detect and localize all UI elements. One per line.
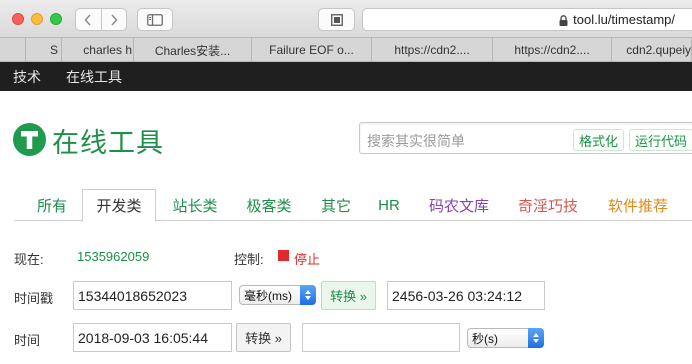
tab-webmaster[interactable]: 站长类 [160,189,230,221]
tab-dev[interactable]: 开发类 [82,189,156,222]
convert-timestamp-button[interactable]: 转换 » [321,281,376,310]
minimize-window-button[interactable] [31,13,43,25]
stop-button[interactable]: 停止 [294,249,320,268]
time-unit-value: 秒(s) [472,331,498,346]
convert-time-button[interactable]: 转换 » [236,323,291,352]
back-button[interactable] [76,9,101,30]
sidebar-icon [147,13,163,26]
browser-tab[interactable]: S [26,38,62,62]
timestamp-unit-value: 毫秒(ms) [244,288,292,303]
browser-tab[interactable]: https://cdn2.... [493,38,612,62]
now-label: 现在: [14,252,44,267]
sidebar-toggle-button[interactable] [137,8,173,31]
browser-tab[interactable]: cdn2.qupeiy [612,38,692,62]
category-tabs: 所有 开发类 站长类 极客类 其它 HR 码农文库 奇淫巧技 软件推荐 [14,189,692,222]
browser-tab[interactable]: charles h [62,38,134,62]
search-placeholder: 搜索其实很简单 [367,133,465,149]
timestamp-unit-select[interactable]: 毫秒(ms) [239,285,316,305]
reader-icon [330,13,343,26]
tab-tricks[interactable]: 奇淫巧技 [508,189,588,221]
current-timestamp: 1535962059 [77,249,150,264]
chevron-right-icon [111,13,118,26]
site-title[interactable]: 在线工具 [52,121,164,160]
browser-tab[interactable]: Failure EOF o... [252,38,372,62]
select-arrows-icon [300,285,316,305]
url-text: tool.lu/timestamp/ [573,12,675,27]
site-logo[interactable] [13,123,46,156]
nav-item-online-tools[interactable]: 在线工具 [66,67,122,87]
tab-software[interactable]: 软件推荐 [598,189,678,221]
time-label: 时间 [14,333,41,348]
reader-button[interactable] [318,8,355,31]
t-logo-icon [21,131,38,149]
time-unit-select[interactable]: 秒(s) [467,328,544,348]
tab-hr[interactable]: HR [371,189,407,221]
timestamp-result-field[interactable]: 2456-03-26 03:24:12 [387,281,545,310]
zoom-window-button[interactable] [50,13,62,25]
chevron-left-icon [84,13,91,26]
time-result-field[interactable] [302,323,460,352]
stop-icon[interactable] [278,250,289,261]
browser-tab[interactable] [0,38,26,62]
search-input[interactable]: 搜索其实很简单 格式化 运行代码 [359,122,692,154]
run-code-button[interactable]: 运行代码 [629,129,692,151]
tab-geek[interactable]: 极客类 [234,189,304,221]
site-top-nav: 技术 在线工具 [0,62,692,91]
browser-tab[interactable]: https://cdn2.... [372,38,493,62]
browser-tab[interactable]: Charles安装... [134,38,252,62]
tab-all[interactable]: 所有 [24,189,80,221]
format-button[interactable]: 格式化 [573,129,625,151]
forward-button[interactable] [100,9,127,30]
nav-item-tech[interactable]: 技术 [13,67,41,87]
address-bar[interactable]: tool.lu/timestamp/ [362,8,692,31]
lock-icon [559,15,568,26]
tab-other[interactable]: 其它 [310,189,362,221]
browser-tab-strip: S charles h Charles安装... Failure EOF o..… [0,38,692,62]
history-nav [75,8,127,31]
time-input[interactable]: 2018-09-03 16:05:44 [73,323,232,352]
select-arrows-icon [528,328,544,348]
tab-coder-library[interactable]: 码农文库 [419,189,499,221]
close-window-button[interactable] [12,13,24,25]
timestamp-label: 时间戳 [14,291,54,306]
browser-toolbar: tool.lu/timestamp/ [0,0,692,38]
timestamp-input[interactable]: 15344018652023 [73,281,232,310]
control-label: 控制: [234,252,264,267]
